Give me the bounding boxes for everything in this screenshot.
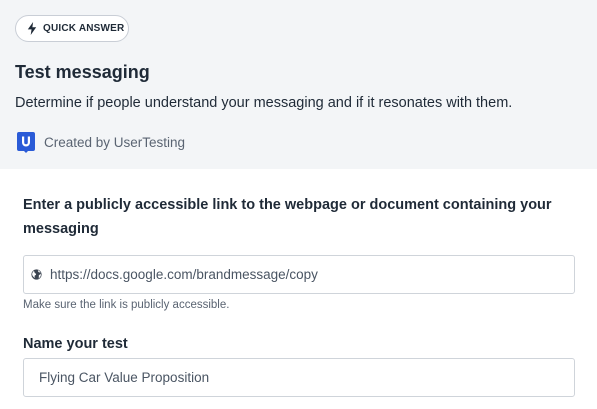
lightning-icon: [27, 22, 37, 35]
usertesting-logo: [17, 131, 35, 153]
creator-label: Created by UserTesting: [44, 134, 186, 150]
template-description: Determine if people understand your mess…: [15, 95, 513, 111]
test-name-input[interactable]: Flying Car Value Proposition: [23, 358, 575, 397]
badge-label: QUICK ANSWER: [43, 23, 125, 34]
link-input[interactable]: https://docs.google.com/brandmessage/cop…: [23, 255, 575, 294]
template-header: QUICK ANSWER Test messaging Determine if…: [0, 0, 597, 169]
creator-row: Created by UserTesting: [17, 131, 185, 153]
page-title: Test messaging: [15, 62, 150, 82]
link-hint: Make sure the link is publicly accessibl…: [23, 299, 230, 311]
link-field-label: Enter a publicly accessible link to the …: [23, 197, 552, 237]
test-name-value: Flying Car Value Proposition: [39, 370, 210, 385]
quick-answer-badge: QUICK ANSWER: [15, 15, 129, 42]
globe-icon: [31, 269, 42, 280]
link-input-value: https://docs.google.com/brandmessage/cop…: [50, 267, 318, 282]
test-name-label: Name your test: [23, 336, 128, 352]
